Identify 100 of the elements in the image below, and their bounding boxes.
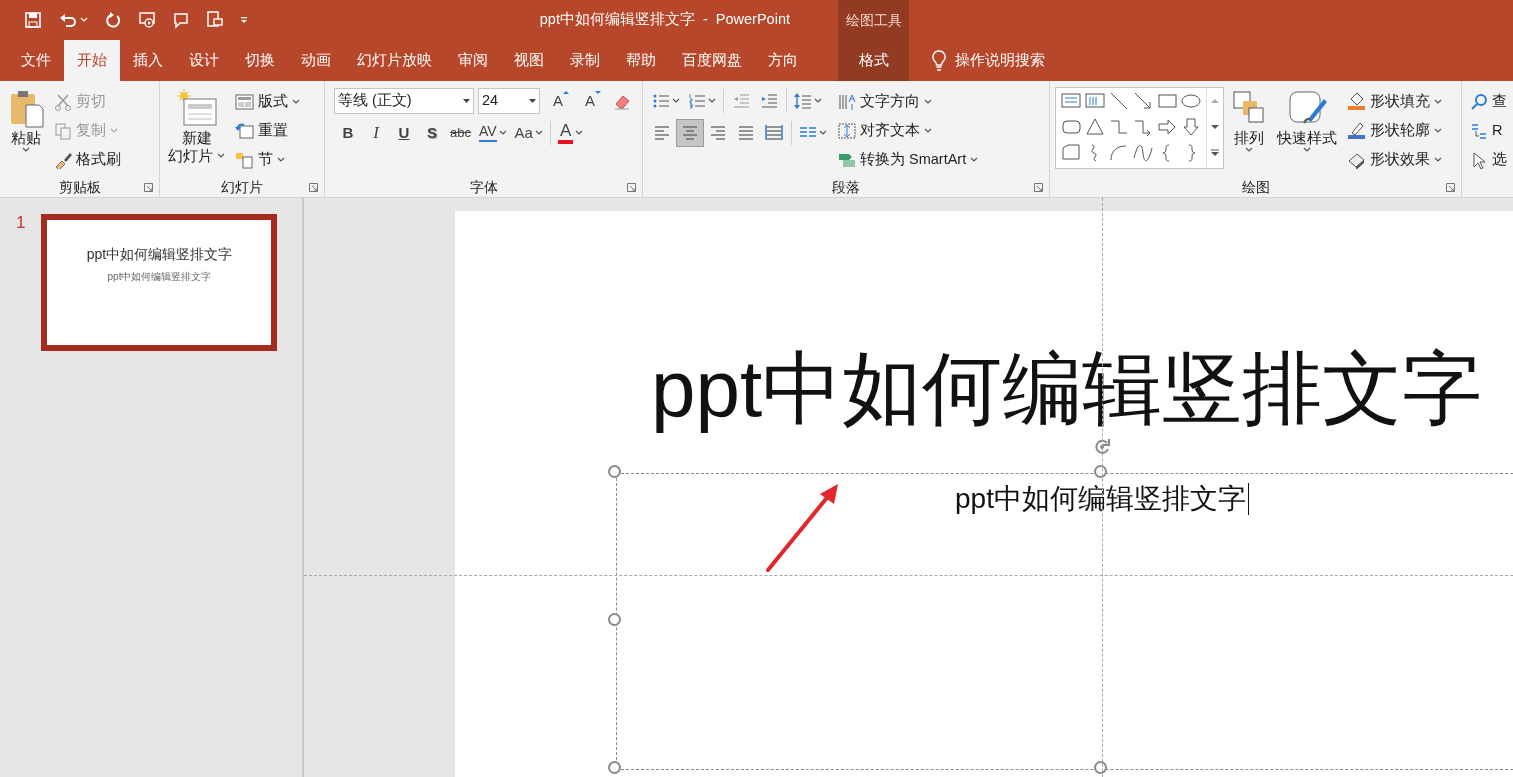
caret-icon — [814, 98, 822, 104]
caret-icon — [1434, 98, 1442, 105]
ribbon-tab[interactable]: 开始 — [64, 40, 120, 81]
ribbon-tab[interactable]: 切换 — [232, 40, 288, 81]
strike-button[interactable]: abc — [446, 119, 475, 147]
indent-icon — [760, 92, 778, 110]
ribbon-tab[interactable]: 百度网盘 — [669, 40, 755, 81]
ribbon-tab[interactable]: 方向 — [755, 40, 811, 81]
reset-button[interactable]: 重置 — [232, 116, 303, 145]
resize-handle[interactable] — [1094, 465, 1107, 478]
comment-icon — [172, 11, 190, 29]
layout-icon — [235, 92, 254, 111]
ribbon-tab[interactable]: 录制 — [557, 40, 613, 81]
arrange-button[interactable]: 排列 — [1228, 87, 1270, 176]
slide-subtitle: ppt中如何编辑竖排文字 — [955, 482, 1246, 516]
align-center-icon — [681, 124, 699, 142]
scissors-icon — [54, 92, 72, 111]
line-spacing-icon — [794, 92, 812, 110]
caret-icon — [22, 147, 30, 154]
caret-icon — [575, 130, 584, 136]
layout-button[interactable]: 版式 — [232, 87, 303, 116]
caret-icon — [819, 130, 827, 136]
undo-icon — [58, 11, 76, 29]
caret-icon — [80, 17, 88, 23]
presentation-button[interactable] — [138, 11, 156, 29]
ribbon-tab[interactable]: 格式 — [838, 40, 909, 81]
caret-icon — [277, 156, 285, 163]
group-label: 幻灯片 — [221, 177, 263, 197]
ribbon-tab[interactable]: 视图 — [501, 40, 557, 81]
caret-icon — [970, 156, 979, 163]
dropdown-arrow-icon — [529, 99, 536, 103]
resize-handle[interactable] — [1094, 761, 1107, 774]
slide-number: 1 — [16, 214, 26, 234]
bullet-list-icon — [652, 92, 670, 110]
align-text-button[interactable]: 对齐文本 — [835, 116, 982, 145]
font-shrink-button[interactable]: A — [576, 87, 604, 115]
underline-button[interactable]: U — [390, 119, 418, 147]
resize-handle[interactable] — [608, 465, 621, 478]
triangle-icon — [594, 90, 602, 95]
replace-icon — [1470, 121, 1488, 140]
up-arrow-icon — [1211, 97, 1219, 105]
font-grow-button[interactable]: A — [544, 87, 572, 115]
ribbon-tab[interactable]: 设计 — [176, 40, 232, 81]
font-color-button[interactable]: A — [553, 119, 588, 147]
select-button[interactable]: 选 — [1467, 145, 1510, 174]
find-button[interactable]: 查 — [1467, 87, 1510, 116]
copy-icon — [54, 121, 72, 140]
resize-handle[interactable] — [608, 761, 621, 774]
save-button[interactable] — [24, 11, 42, 29]
format-painter-button[interactable]: 格式刷 — [51, 145, 124, 174]
slide-thumbnail[interactable]: ppt中如何编辑竖排文字 ppt中如何编辑竖排文字 — [41, 214, 278, 351]
ribbon-tab[interactable]: 幻灯片放映 — [344, 40, 445, 81]
paste-button[interactable]: 粘贴 — [5, 87, 47, 176]
window-title: ppt中如何编辑竖排文字 - PowerPoint — [539, 10, 790, 30]
new-slide-button[interactable]: 新建 幻灯片 — [165, 87, 228, 176]
ribbon-tab[interactable]: 文件 — [8, 40, 64, 81]
ribbon-tab[interactable]: 审阅 — [445, 40, 501, 81]
redo-button[interactable] — [104, 11, 122, 29]
ribbon-tab[interactable]: 帮助 — [613, 40, 669, 81]
clipboard-icon — [8, 89, 44, 129]
pen-icon — [1347, 121, 1366, 140]
presentation-icon — [138, 11, 156, 29]
comment-button[interactable] — [172, 11, 190, 29]
dropdown-arrow-icon — [463, 99, 470, 103]
ribbon-tab[interactable]: 插入 — [120, 40, 176, 81]
triangle-icon — [562, 90, 570, 95]
shape-fill-button[interactable]: 形状填充 — [1344, 87, 1445, 116]
new-slide-icon — [175, 89, 218, 129]
text-cursor — [1247, 483, 1249, 515]
paint-bucket-icon — [1347, 92, 1366, 111]
undo-button[interactable] — [58, 11, 88, 29]
lightbulb-icon — [931, 49, 947, 72]
section-button[interactable]: 节 — [232, 145, 303, 174]
case-button[interactable]: Aa — [510, 119, 547, 147]
bold-button[interactable]: B — [334, 119, 362, 147]
tell-me-search[interactable]: 操作说明搜索 — [925, 40, 1051, 81]
outdent-icon — [732, 92, 750, 110]
italic-button[interactable]: I — [362, 119, 390, 147]
shape-effect-button[interactable]: 形状效果 — [1344, 145, 1445, 174]
caret-icon — [672, 98, 680, 104]
quick-styles-button[interactable]: 快速样式 — [1274, 87, 1340, 176]
font-name-dropdown[interactable]: 等线 (正文) — [334, 88, 474, 114]
replace-button[interactable]: R — [1467, 116, 1510, 145]
font-size-dropdown[interactable]: 24 — [478, 88, 540, 114]
search-icon — [1470, 92, 1488, 111]
shadow-button[interactable]: S — [418, 119, 446, 147]
brush-icon — [54, 150, 72, 169]
launcher-icon — [1034, 183, 1043, 192]
align-center-button[interactable] — [676, 119, 704, 147]
pointer-icon — [1470, 150, 1488, 169]
resize-handle[interactable] — [608, 613, 621, 626]
caret-icon — [498, 130, 507, 136]
ribbon-tab[interactable]: 动画 — [288, 40, 344, 81]
convert-smartart-button[interactable]: 转换为 SmartArt — [835, 145, 982, 174]
screen-button[interactable] — [206, 11, 224, 29]
reset-icon — [235, 121, 254, 140]
rotate-handle-icon[interactable] — [1092, 437, 1112, 457]
spacing-button[interactable]: AV — [474, 119, 511, 147]
text-direction-button[interactable]: 文字方向 — [835, 87, 982, 116]
shape-outline-button[interactable]: 形状轮廓 — [1344, 116, 1445, 145]
